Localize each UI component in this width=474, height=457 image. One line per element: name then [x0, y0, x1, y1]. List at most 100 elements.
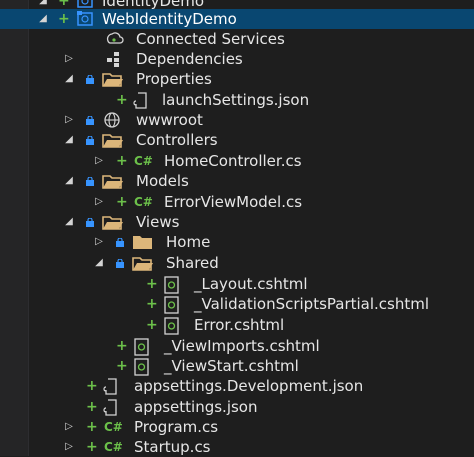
tree-row-startup[interactable]: ▷ + C# Startup.cs	[0, 437, 474, 457]
lock-icon	[116, 232, 126, 252]
razor-file-icon	[162, 294, 182, 314]
tree-row-validationscriptspartial[interactable]: + _ValidationScriptsPartial.cshtml	[0, 294, 474, 314]
connected-services-icon	[104, 29, 124, 49]
tree-item-label: Home	[166, 233, 211, 251]
tree-row-home[interactable]: ▷ Home	[0, 232, 474, 252]
json-file-icon	[102, 397, 122, 417]
tree-row-connected-services[interactable]: Connected Services	[0, 29, 474, 49]
lock-icon	[86, 110, 96, 130]
tree-row-controllers[interactable]: ◢ Controllers	[0, 130, 474, 150]
razor-file-icon	[162, 274, 182, 294]
globe-icon	[102, 110, 122, 130]
tree-item-label: launchSettings.json	[162, 91, 310, 109]
collapse-arrow-icon[interactable]: ◢	[62, 130, 76, 150]
tree-row-models[interactable]: ◢ Models	[0, 171, 474, 191]
folder-open-icon	[132, 253, 153, 273]
solution-explorer-tree: ◢ + IdentityDemo ◢ + WebIdentityDemo Con…	[0, 0, 474, 456]
tree-row-errorviewmodel[interactable]: ▷ + C# ErrorViewModel.cs	[0, 192, 474, 212]
git-added-icon: +	[86, 439, 98, 455]
tree-row-program[interactable]: ▷ + C# Program.cs	[0, 417, 474, 437]
lock-icon	[86, 171, 96, 191]
tree-row-viewimports[interactable]: + _ViewImports.cshtml	[0, 336, 474, 356]
tree-item-label: Dependencies	[136, 50, 243, 68]
expand-arrow-icon[interactable]: ▷	[62, 110, 76, 130]
expand-arrow-icon[interactable]: ▷	[62, 417, 76, 437]
expand-arrow-icon[interactable]: ▷	[92, 192, 106, 212]
collapse-arrow-icon[interactable]: ◢	[62, 171, 76, 191]
expand-arrow-icon[interactable]: ▷	[92, 232, 106, 252]
tree-item-label: _ValidationScriptsPartial.cshtml	[194, 295, 430, 313]
razor-file-icon	[132, 336, 152, 356]
collapse-arrow-icon[interactable]: ◢	[92, 253, 106, 273]
tree-item-label: Program.cs	[134, 418, 219, 436]
tree-item-label: ErrorViewModel.cs	[164, 193, 303, 211]
tree-item-label: Connected Services	[136, 30, 285, 48]
tree-row-error[interactable]: + Error.cshtml	[0, 315, 474, 335]
collapse-arrow-icon[interactable]: ◢	[36, 9, 50, 29]
git-added-icon: +	[86, 378, 98, 394]
folder-open-icon	[102, 171, 123, 191]
dependencies-icon	[104, 49, 124, 69]
tree-row-wwwroot[interactable]: ▷ wwwroot	[0, 110, 474, 130]
collapse-arrow-icon[interactable]: ◢	[62, 69, 76, 89]
git-added-icon: +	[58, 11, 70, 27]
tree-row-homecontroller[interactable]: ▷ + C# HomeController.cs	[0, 151, 474, 171]
csharp-file-icon: C#	[104, 420, 123, 434]
tree-item-label: _ViewStart.cshtml	[164, 357, 299, 375]
tree-item-label: Startup.cs	[134, 438, 211, 456]
tree-row-launchsettings[interactable]: + launchSettings.json	[0, 90, 474, 110]
git-added-icon: +	[116, 358, 128, 374]
tree-item-label: HomeController.cs	[164, 152, 302, 170]
git-added-icon: +	[116, 194, 128, 210]
collapse-arrow-icon[interactable]: ◢	[62, 212, 76, 232]
tree-item-label: WebIdentityDemo	[102, 10, 237, 28]
tree-item-label: Properties	[136, 70, 212, 88]
folder-open-icon	[102, 69, 123, 89]
expand-arrow-icon[interactable]: ▷	[62, 437, 76, 457]
folder-open-icon	[102, 130, 123, 150]
git-added-icon: +	[116, 338, 128, 354]
git-added-icon: +	[146, 296, 158, 312]
lock-icon	[86, 212, 96, 232]
folder-icon	[132, 232, 152, 252]
git-added-icon: +	[86, 399, 98, 415]
tree-row-shared[interactable]: ◢ Shared	[0, 253, 474, 273]
tree-row-webidentitydemo[interactable]: ◢ + WebIdentityDemo	[0, 9, 474, 29]
git-added-icon: +	[146, 317, 158, 333]
tree-item-label: wwwroot	[136, 111, 203, 129]
expand-arrow-icon[interactable]: ▷	[92, 151, 106, 171]
razor-file-icon	[162, 315, 182, 335]
tree-row-views[interactable]: ◢ Views	[0, 212, 474, 232]
tree-item-label: appsettings.Development.json	[134, 377, 364, 395]
lock-icon	[86, 69, 96, 89]
json-file-icon	[132, 90, 152, 110]
project-icon	[76, 9, 96, 29]
tree-item-label: Views	[136, 213, 180, 231]
git-added-icon: +	[86, 419, 98, 435]
csharp-file-icon: C#	[134, 195, 153, 209]
tree-row-appsettings[interactable]: + appsettings.json	[0, 397, 474, 417]
git-added-icon: +	[146, 276, 158, 292]
tree-row-dependencies[interactable]: ▷ Dependencies	[0, 49, 474, 69]
tree-row-viewstart[interactable]: + _ViewStart.cshtml	[0, 356, 474, 376]
csharp-file-icon: C#	[134, 154, 153, 168]
tree-item-label: _Layout.cshtml	[194, 275, 308, 293]
tree-item-label: Error.cshtml	[194, 316, 285, 334]
json-file-icon	[102, 376, 122, 396]
folder-open-icon	[102, 212, 123, 232]
expand-arrow-icon[interactable]: ▷	[62, 49, 76, 69]
tree-row-layout[interactable]: + _Layout.cshtml	[0, 274, 474, 294]
git-added-icon: +	[116, 153, 128, 169]
tree-item-label: Models	[136, 172, 189, 190]
lock-icon	[116, 253, 126, 273]
tree-item-label: appsettings.json	[134, 398, 258, 416]
tree-row-properties[interactable]: ◢ Properties	[0, 69, 474, 89]
csharp-file-icon: C#	[104, 440, 123, 454]
lock-icon	[86, 130, 96, 150]
tree-item-label: _ViewImports.cshtml	[164, 337, 320, 355]
git-added-icon: +	[116, 92, 128, 108]
tree-item-label: Controllers	[136, 131, 218, 149]
razor-file-icon	[132, 356, 152, 376]
tree-item-label: Shared	[166, 254, 219, 272]
tree-row-appsettings-development[interactable]: + appsettings.Development.json	[0, 376, 474, 396]
